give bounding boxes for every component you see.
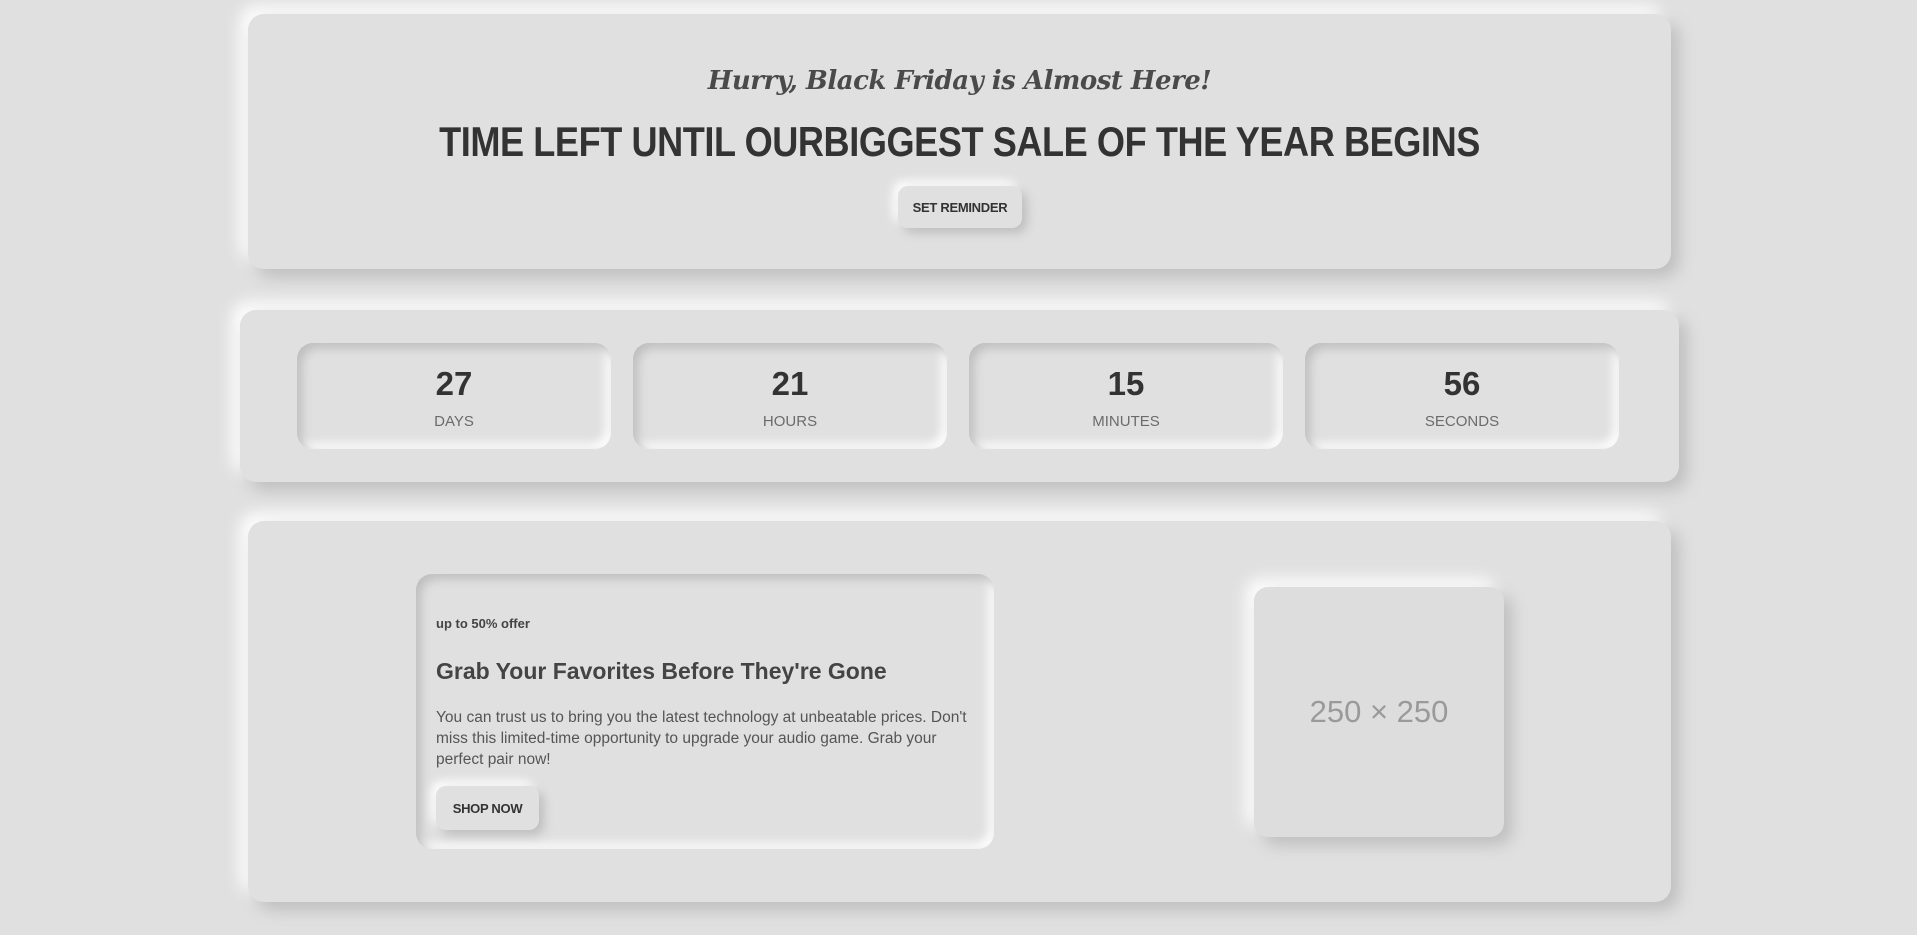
hours-value: 21 (771, 365, 809, 402)
minutes-value: 15 (1107, 365, 1145, 402)
product-image-placeholder: 250 × 250 (1254, 587, 1504, 837)
days-value: 27 (435, 365, 473, 402)
countdown-minutes: 15 MINUTES (969, 343, 1283, 449)
tagline: Hurry, Black Friday is Almost Here! (707, 66, 1212, 96)
set-reminder-button[interactable]: SET REMINDER (898, 186, 1022, 228)
countdown-panel: 27 DAYS 21 HOURS 15 MINUTES 56 SECONDS (240, 310, 1679, 482)
countdown-days: 27 DAYS (297, 343, 611, 449)
days-label: DAYS (434, 413, 474, 430)
promo-panel: up to 50% offer Grab Your Favorites Befo… (248, 521, 1671, 902)
offer-kicker: up to 50% offer (436, 616, 530, 631)
countdown-seconds: 56 SECONDS (1305, 343, 1619, 449)
seconds-label: SECONDS (1424, 413, 1500, 430)
offer-card: up to 50% offer Grab Your Favorites Befo… (416, 574, 994, 849)
hours-label: HOURS (762, 413, 818, 430)
offer-title: Grab Your Favorites Before They're Gone (436, 658, 887, 684)
page-title: TIME LEFT UNTIL OURBIGGEST SALE OF THE Y… (439, 118, 1480, 165)
offer-description: You can trust us to bring you the latest… (436, 709, 967, 768)
seconds-value: 56 (1443, 365, 1481, 402)
minutes-label: MINUTES (1092, 413, 1160, 430)
hero-panel: Hurry, Black Friday is Almost Here! TIME… (248, 14, 1671, 269)
countdown-hours: 21 HOURS (633, 343, 947, 449)
shop-now-button[interactable]: SHOP NOW (436, 786, 539, 830)
